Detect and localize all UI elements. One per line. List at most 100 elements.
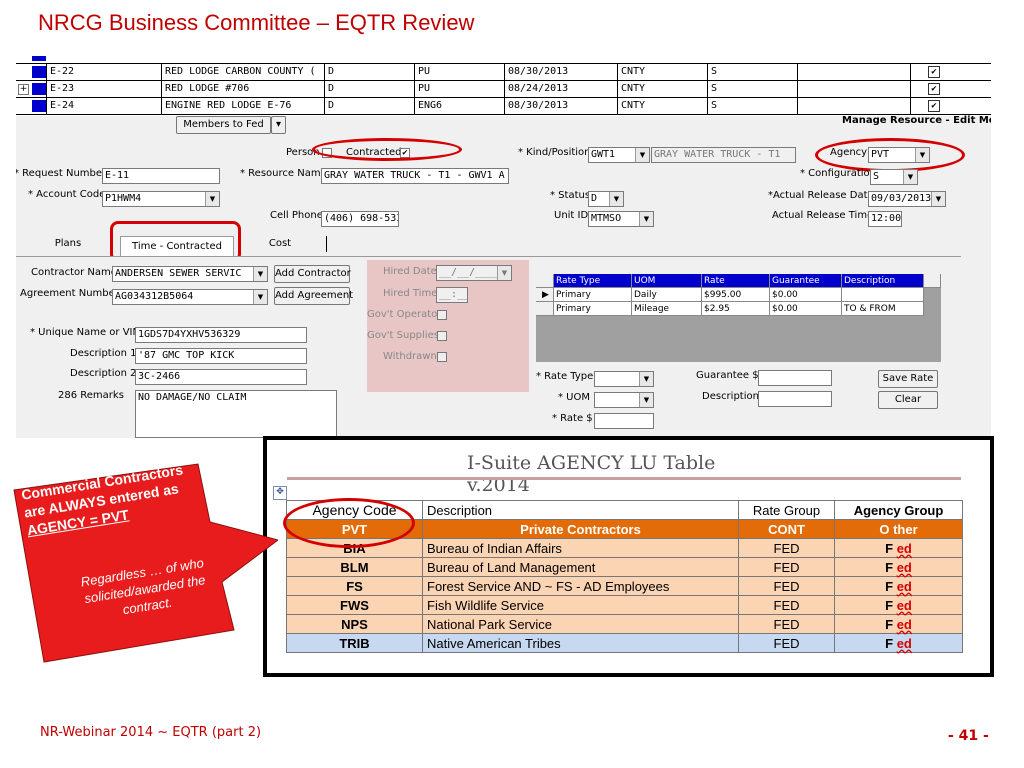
kind-position-label: * Kind/Position (518, 147, 591, 158)
remarks-label: 286 Remarks (58, 390, 124, 401)
chevron-down-icon: ▼ (253, 290, 267, 304)
table-row: FS Forest Service AND ~ FS - AD Employee… (286, 576, 963, 596)
uom-label: * UOM (558, 392, 590, 403)
govt-operator-label: Gov't Operator (367, 309, 442, 320)
withdrawn-checkbox[interactable] (437, 352, 447, 362)
table-row: TRIB Native American Tribes FED F ed (286, 633, 963, 653)
unique-name-field[interactable]: 1GDS7D4YXHV536329 (135, 327, 307, 343)
grid-cell: CNTY (617, 98, 707, 114)
hired-date-field[interactable]: __/__/____ ▼ (436, 265, 512, 281)
table-row[interactable]: E-22 RED LODGE CARBON COUNTY ( D PU 08/3… (16, 64, 991, 81)
footer-text: NR-Webinar 2014 ~ EQTR (part 2) (40, 725, 262, 740)
agreement-number-select[interactable]: AG034312B5064 ▼ (112, 289, 268, 305)
rate-amount-field[interactable] (594, 413, 654, 429)
withdrawn-label: Withdrawn (383, 351, 437, 362)
description-cell: Bureau of Land Management (422, 557, 739, 577)
hired-time-field[interactable]: __:__ (436, 287, 468, 303)
grid-checkbox[interactable]: ✔ (928, 100, 940, 112)
save-rate-button[interactable]: Save Rate (878, 370, 938, 388)
grid-cell: S (707, 64, 797, 80)
uom-select[interactable]: ▼ (594, 392, 654, 408)
row-marker-icon (32, 100, 46, 112)
agency-code-cell: BLM (286, 557, 423, 577)
rate-type-select[interactable]: ▼ (594, 371, 654, 387)
govt-supplies-checkbox[interactable] (437, 331, 447, 341)
status-select[interactable]: D ▼ (588, 191, 624, 207)
grid-cell: CNTY (617, 81, 707, 97)
table-row: BLM Bureau of Land Management FED F ed (286, 557, 963, 577)
configuration-label: * Configuration (800, 168, 876, 179)
grid-cell: S (707, 81, 797, 97)
contractor-name-select[interactable]: ANDERSEN SEWER SERVIC ▼ (112, 266, 268, 282)
rate-header-cell[interactable]: Rate (702, 274, 770, 288)
grid-checkbox[interactable]: ✔ (928, 66, 940, 78)
description-cell: Forest Service AND ~ FS - AD Employees (422, 576, 739, 596)
table-row: NPS National Park Service FED F ed (286, 614, 963, 634)
description1-field[interactable]: '87 GMC TOP KICK (135, 348, 307, 364)
chevron-down-icon: ▼ (497, 266, 511, 280)
kind-position-select[interactable]: GWT1 ▼ (588, 147, 650, 163)
description2-field[interactable]: 3C-2466 (135, 369, 307, 385)
actual-release-time-field[interactable]: 12:00 (868, 211, 902, 227)
agency-code-cell: FS (286, 576, 423, 596)
table-row[interactable]: Primary Mileage $2.95 $0.00 TO & FROM (536, 302, 941, 316)
unique-name-label: * Unique Name or VIN (30, 327, 140, 338)
add-contractor-button[interactable]: Add Contractor (274, 265, 351, 283)
grid-cell: E-22 (46, 64, 161, 80)
rate-cell: Primary (554, 288, 632, 302)
agency-group-cell: O ther (834, 519, 963, 539)
expand-icon[interactable]: + (18, 84, 29, 95)
members-to-fed-dropdown-icon[interactable]: ▾ (271, 116, 286, 134)
remarks-field[interactable]: NO DAMAGE/NO CLAIM (135, 390, 337, 438)
unit-id-select[interactable]: MTMSO ▼ (588, 211, 654, 227)
request-number-field[interactable]: E-11 (102, 168, 220, 184)
status-label: * Status (550, 190, 591, 201)
actual-release-date-field[interactable]: 09/03/2013 ▼ (868, 191, 946, 207)
hired-time-label: Hired Time (383, 288, 438, 299)
actual-release-date-label: *Actual Release Date (768, 190, 874, 201)
configuration-select[interactable]: S ▼ (870, 169, 918, 185)
rate-cell (842, 288, 924, 302)
highlight-oval-contracted (312, 138, 462, 161)
rate-cell: Primary (554, 302, 632, 316)
cell-phone-field[interactable]: (406) 698-5339 (321, 211, 399, 227)
clear-button[interactable]: Clear (878, 391, 938, 409)
rate-cell: $0.00 (770, 302, 842, 316)
table-row[interactable]: + E-23 RED LODGE #706 D PU 08/24/2013 CN… (16, 81, 991, 98)
table-row[interactable] (16, 56, 991, 64)
kind-position-description: GRAY WATER TRUCK - T1 (651, 147, 796, 163)
grid-cell: ENGINE RED LODGE E-76 (161, 98, 324, 114)
grid-cell: S (707, 98, 797, 114)
account-code-select[interactable]: P1HWM4 ▼ (102, 191, 220, 207)
title-underline (287, 477, 961, 480)
tab-cost[interactable]: Cost (252, 238, 308, 249)
table-row[interactable]: ▶ Primary Daily $995.00 $0.00 (536, 288, 941, 302)
description-cell: Native American Tribes (422, 633, 739, 653)
rate-header-cell[interactable]: Rate Type (554, 274, 632, 288)
chevron-down-icon: ▼ (931, 192, 945, 206)
govt-operator-checkbox[interactable] (437, 310, 447, 320)
grid-cell: 08/30/2013 (504, 98, 617, 114)
rate-header-cell[interactable]: Description (842, 274, 924, 288)
grid-cell: RED LODGE CARBON COUNTY ( (161, 64, 324, 80)
resource-name-field[interactable]: GRAY WATER TRUCK - T1 - GWV1 A (321, 168, 509, 184)
description-cell: National Park Service (422, 614, 739, 634)
agency-group-header: Agency Group (834, 500, 963, 520)
rate-header-cell[interactable]: Guarantee (770, 274, 842, 288)
window-title: Manage Resource - Edit Mo (842, 115, 991, 126)
grid-checkbox[interactable]: ✔ (928, 83, 940, 95)
guarantee-field[interactable] (758, 370, 832, 386)
table-row[interactable]: E-24 ENGINE RED LODGE E-76 D ENG6 08/30/… (16, 98, 991, 115)
add-agreement-button[interactable]: Add Agreement (274, 287, 353, 305)
tab-plans[interactable]: Plans (36, 238, 100, 249)
rate-group-cell: FED (738, 557, 835, 577)
agency-group-cell: F ed (834, 576, 963, 596)
rate-description-field[interactable] (758, 391, 832, 407)
members-to-fed-button[interactable]: Members to Fed (176, 116, 271, 134)
description1-label: Description 1 (70, 348, 137, 359)
description-cell: Private Contractors (422, 519, 739, 539)
rate-header-cell[interactable]: UOM (632, 274, 702, 288)
grid-cell: PU (414, 81, 504, 97)
isuite-screenshot: E-22 RED LODGE CARBON COUNTY ( D PU 08/3… (16, 56, 991, 438)
resource-name-label: * Resource Name (240, 168, 327, 179)
